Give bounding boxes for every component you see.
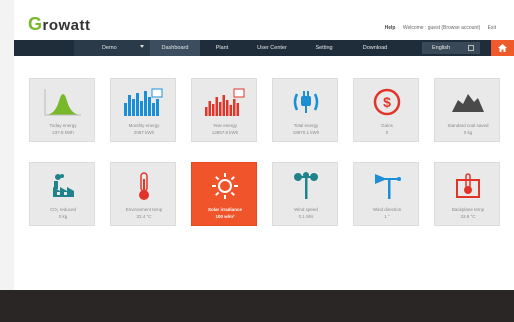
logo-rest: rowatt [42, 17, 91, 34]
card-value: 32.4 °C [136, 214, 152, 219]
plant-select[interactable]: Demo [74, 40, 150, 56]
monthly-energy-card[interactable]: Monthly energy 2087 kWh [110, 78, 176, 142]
environment-temp-card[interactable]: Environment temp 32.4 °C [110, 162, 176, 226]
welcome-text: Welcome : guest (Browse account) [402, 25, 481, 31]
card-title: Standard coal saved [447, 123, 489, 128]
card-value: 237.8 kWh [52, 130, 74, 135]
chevron-down-icon [140, 45, 144, 48]
year-energy-chart-icon [192, 85, 258, 119]
top-links: Help Welcome : guest (Browse account) Ex… [379, 25, 496, 31]
card-title: Environment temp [125, 207, 163, 212]
page: Growatt Help Welcome : guest (Browse acc… [0, 0, 514, 322]
nav-dashboard[interactable]: Dashboard [150, 40, 200, 56]
gains-card[interactable]: $ Gains 0 [353, 78, 419, 142]
logo-first-letter: G [28, 14, 43, 34]
language-icon [468, 45, 474, 51]
card-title: Today energy [49, 123, 77, 128]
home-button[interactable] [491, 40, 514, 56]
year-energy-card[interactable]: Year energy 13857.8 kWh [191, 78, 257, 142]
wind-direction-icon [354, 169, 420, 203]
co2-reduced-card[interactable]: CO₂ reduced 0 kg [29, 162, 95, 226]
nav-user-center[interactable]: User Center [244, 40, 300, 56]
app-frame: Growatt Help Welcome : guest (Browse acc… [14, 0, 514, 290]
footer-bar [0, 290, 514, 322]
language-select[interactable]: English [422, 42, 480, 54]
card-value: 1 ° [384, 214, 390, 219]
card-title: Monthly energy [128, 123, 160, 128]
solar-irradiance-card[interactable]: Solar irradiance 100 w/m² [191, 162, 257, 226]
card-value: 13857.8 kWh [211, 130, 239, 135]
coal-saved-icon [435, 85, 501, 119]
today-energy-chart-icon [30, 85, 96, 119]
backplane-temp-icon [435, 169, 501, 203]
card-value: 0 kg [463, 130, 473, 135]
monthly-energy-chart-icon [111, 85, 177, 119]
card-title: Backplane temp [451, 207, 485, 212]
today-energy-card[interactable]: Today energy 237.8 kWh [29, 78, 95, 142]
backplane-temp-card[interactable]: Backplane temp 33.8 °C [434, 162, 500, 226]
language-value: English [432, 45, 451, 51]
exit-link[interactable]: Exit [488, 25, 496, 31]
growatt-logo[interactable]: Growatt [28, 14, 91, 35]
nav-setting[interactable]: Setting [300, 40, 348, 56]
co2-factory-icon [30, 169, 96, 203]
card-title: Wind direction [372, 207, 402, 212]
card-value: 33.8 °C [460, 214, 476, 219]
total-energy-card[interactable]: Total energy 19870.1 kWh [272, 78, 338, 142]
card-value: 2087 kWh [133, 130, 155, 135]
card-title: Gains [381, 123, 393, 128]
wind-direction-card[interactable]: Wind direction 1 ° [353, 162, 419, 226]
card-title: Solar irradiance [207, 207, 243, 212]
card-value: 0 [385, 130, 389, 135]
card-value: 100 w/m² [215, 214, 235, 219]
nav-download[interactable]: Download [348, 40, 402, 56]
header: Growatt Help Welcome : guest (Browse acc… [14, 0, 514, 40]
nav-plant[interactable]: Plant [200, 40, 244, 56]
home-icon [498, 44, 507, 52]
help-link[interactable]: Help [385, 25, 396, 31]
total-energy-plug-icon [273, 85, 339, 119]
thermometer-icon [111, 169, 177, 203]
card-value: 19870.1 kWh [292, 130, 320, 135]
card-value: 0.1 M/s [298, 214, 314, 219]
sun-icon [192, 169, 258, 203]
card-title: CO₂ reduced [49, 207, 76, 212]
plant-select-value: Demo [102, 45, 117, 51]
wind-speed-card[interactable]: Wind speed 0.1 M/s [272, 162, 338, 226]
main-nav: Demo Dashboard Plant User Center Setting… [14, 40, 514, 56]
card-title: Year energy [212, 123, 238, 128]
wind-speed-icon [273, 169, 339, 203]
card-value: 0 kg [58, 214, 68, 219]
svg-text:$: $ [383, 94, 391, 110]
card-title: Total energy [293, 123, 319, 128]
gains-dollar-icon: $ [354, 85, 420, 119]
card-title: Wind speed [294, 207, 318, 212]
coal-saved-card[interactable]: Standard coal saved 0 kg [434, 78, 500, 142]
